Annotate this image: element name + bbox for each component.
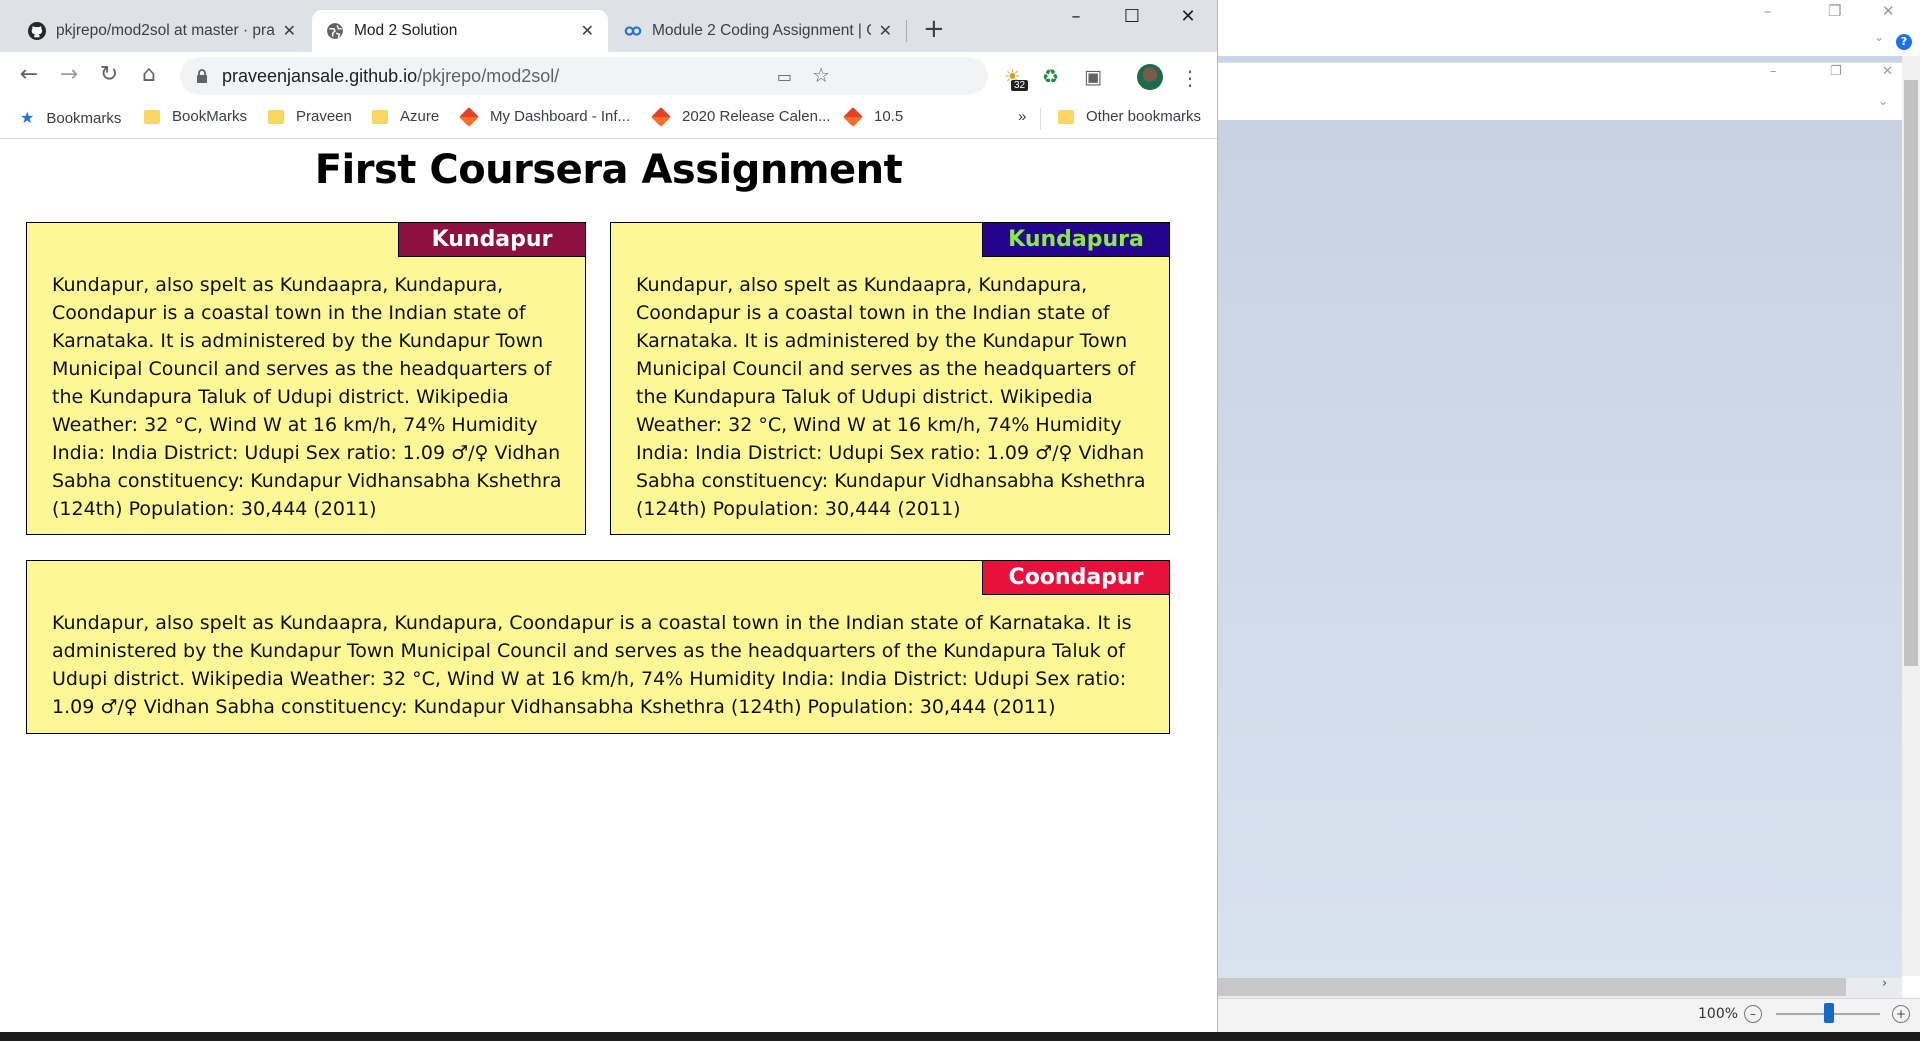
inner-restore-icon[interactable]: ❐	[1830, 64, 1842, 79]
status-bar	[1218, 998, 1920, 1033]
background-inner-titlebar	[1218, 62, 1902, 121]
minimize-button[interactable]: –	[1052, 6, 1100, 27]
close-tab-icon[interactable]: ✕	[581, 21, 594, 41]
section-kundapura: Kundapura Kundapur, also spelt as Kundaa…	[610, 222, 1170, 535]
folder-icon	[144, 109, 160, 124]
bookmark-release-calendar[interactable]: 2020 Release Calen...	[651, 106, 831, 127]
lock-icon	[197, 69, 207, 83]
bookmark-folder-praveen[interactable]: Praveen	[268, 108, 352, 125]
background-app-window: – ❐ ✕ ⌄ ? – ❐ ✕ ⌄ › 100% – +	[1218, 0, 1920, 1041]
close-tab-icon[interactable]: ✕	[283, 21, 296, 41]
bookmark-10-5[interactable]: 10.5	[843, 106, 904, 127]
tab-mod2-solution[interactable]: Mod 2 Solution ✕	[312, 10, 608, 52]
bookmark-label: Other bookmarks	[1086, 108, 1202, 125]
inner-minimize-icon[interactable]: –	[1770, 64, 1777, 79]
tab-coursera[interactable]: Module 2 Coding Assignment | C ✕	[610, 10, 906, 52]
zoom-slider-thumb[interactable]	[1824, 1003, 1834, 1023]
browser-window: pkjrepo/mod2sol at master · pra ✕ Mod 2 …	[0, 0, 1218, 1032]
menu-more-icon[interactable]: ⋮	[1180, 66, 1200, 90]
bookmarks-overflow-button[interactable]: »	[1018, 108, 1026, 125]
bookmark-folder-azure[interactable]: Azure	[372, 108, 439, 125]
back-icon[interactable]: ←	[14, 62, 44, 87]
bookmark-label: 10.5	[874, 108, 904, 125]
section-text: Kundapur, also spelt as Kundaapra, Kunda…	[52, 274, 562, 520]
extension-screen-icon[interactable]: ▣	[1084, 66, 1102, 88]
folder-icon	[1058, 109, 1074, 124]
tab-separator	[906, 20, 907, 42]
globe-icon	[326, 22, 344, 40]
bookmark-label: BookMarks	[172, 108, 248, 125]
section-label: Coondapur	[982, 560, 1170, 595]
bookmark-other-bookmarks[interactable]: Other bookmarks	[1058, 108, 1201, 125]
bookmarks-bar: ★ Bookmarks BookMarks Praveen Azure My D…	[0, 100, 1217, 139]
bookmark-label: Praveen	[296, 108, 352, 125]
background-content-pane	[1218, 120, 1902, 978]
background-minimize-icon[interactable]: –	[1764, 2, 1772, 20]
bookmark-my-dashboard[interactable]: My Dashboard - Inf...	[459, 106, 631, 127]
background-app-titlebar	[1218, 0, 1920, 56]
url-host: praveenjansale.github.io	[222, 65, 418, 86]
horizontal-scrollbar-thumb[interactable]	[1218, 978, 1846, 996]
gitlab-icon	[459, 106, 479, 127]
folder-icon	[268, 109, 284, 124]
close-window-button[interactable]: ✕	[1164, 6, 1212, 27]
folder-icon	[372, 109, 388, 124]
zoom-level: 100%	[1698, 1006, 1739, 1022]
bookmark-label: Bookmarks	[46, 109, 122, 127]
new-tab-button[interactable]: +	[923, 14, 945, 44]
tab-github[interactable]: pkjrepo/mod2sol at master · pra ✕	[14, 10, 310, 52]
bookmark-label: Azure	[400, 108, 440, 125]
close-tab-icon[interactable]: ✕	[879, 21, 892, 41]
page-content: First Coursera Assignment Kundapur Kunda…	[0, 139, 1217, 1032]
extension-recycle-icon[interactable]: ♻	[1042, 66, 1059, 88]
maximize-button[interactable]: ☐	[1108, 6, 1156, 27]
zoom-in-icon[interactable]: +	[1892, 1005, 1910, 1023]
section-text: Kundapur, also spelt as Kundaapra, Kunda…	[52, 612, 1132, 718]
bookmarks-separator	[1040, 108, 1041, 130]
scroll-right-icon[interactable]: ›	[1882, 976, 1887, 991]
vertical-scrollbar-thumb[interactable]	[1904, 80, 1918, 666]
inner-close-icon[interactable]: ✕	[1882, 64, 1893, 79]
url-text: praveenjansale.github.io/pkjrepo/mod2sol…	[222, 66, 559, 87]
taskbar	[0, 1032, 1920, 1041]
address-bar[interactable]: praveenjansale.github.io/pkjrepo/mod2sol…	[180, 57, 988, 95]
bookmark-bookmarks[interactable]: ★ Bookmarks	[20, 108, 121, 128]
gitlab-icon	[843, 106, 863, 127]
tab-title: Mod 2 Solution	[354, 22, 458, 39]
section-text: Kundapur, also spelt as Kundaapra, Kunda…	[636, 274, 1146, 520]
bookmark-folder-bookmarks[interactable]: BookMarks	[144, 108, 247, 125]
reload-icon[interactable]: ↻	[94, 62, 124, 87]
section-label: Kundapur	[398, 222, 586, 257]
background-restore-icon[interactable]: ❐	[1828, 2, 1841, 20]
tab-title: pkjrepo/mod2sol at master · pra	[56, 22, 275, 39]
avatar[interactable]	[1137, 64, 1163, 90]
section-label: Kundapura	[982, 222, 1170, 257]
bookmark-label: 2020 Release Calen...	[682, 108, 831, 125]
home-icon[interactable]: ⌂	[134, 62, 164, 87]
inner-chevron-down-icon[interactable]: ⌄	[1878, 94, 1888, 108]
cast-icon[interactable]: ▭	[777, 67, 792, 86]
page-title: First Coursera Assignment	[314, 147, 903, 193]
star-icon: ★	[20, 110, 35, 127]
zoom-out-icon[interactable]: –	[1744, 1005, 1762, 1023]
background-chevron-down-icon[interactable]: ⌄	[1874, 30, 1884, 44]
github-icon	[28, 22, 46, 40]
section-kundapur: Kundapur Kundapur, also spelt as Kundaap…	[26, 222, 586, 535]
tab-strip: pkjrepo/mod2sol at master · pra ✕ Mod 2 …	[0, 0, 1217, 52]
forward-icon[interactable]: →	[54, 62, 84, 87]
url-path: /pkjrepo/mod2sol/	[417, 65, 560, 86]
background-close-icon[interactable]: ✕	[1882, 2, 1895, 20]
browser-toolbar: ← → ↻ ⌂ praveenjansale.github.io/pkjrepo…	[0, 52, 1217, 100]
gitlab-icon	[651, 106, 671, 127]
help-icon[interactable]: ?	[1896, 34, 1912, 50]
coursera-icon	[624, 22, 642, 40]
extension-badge: 32	[1011, 80, 1029, 91]
bookmark-label: My Dashboard - Inf...	[490, 108, 631, 125]
tab-title: Module 2 Coding Assignment | C	[652, 22, 871, 39]
bookmark-star-icon[interactable]: ☆	[812, 63, 830, 87]
section-coondapur: Coondapur Kundapur, also spelt as Kundaa…	[26, 560, 1170, 734]
